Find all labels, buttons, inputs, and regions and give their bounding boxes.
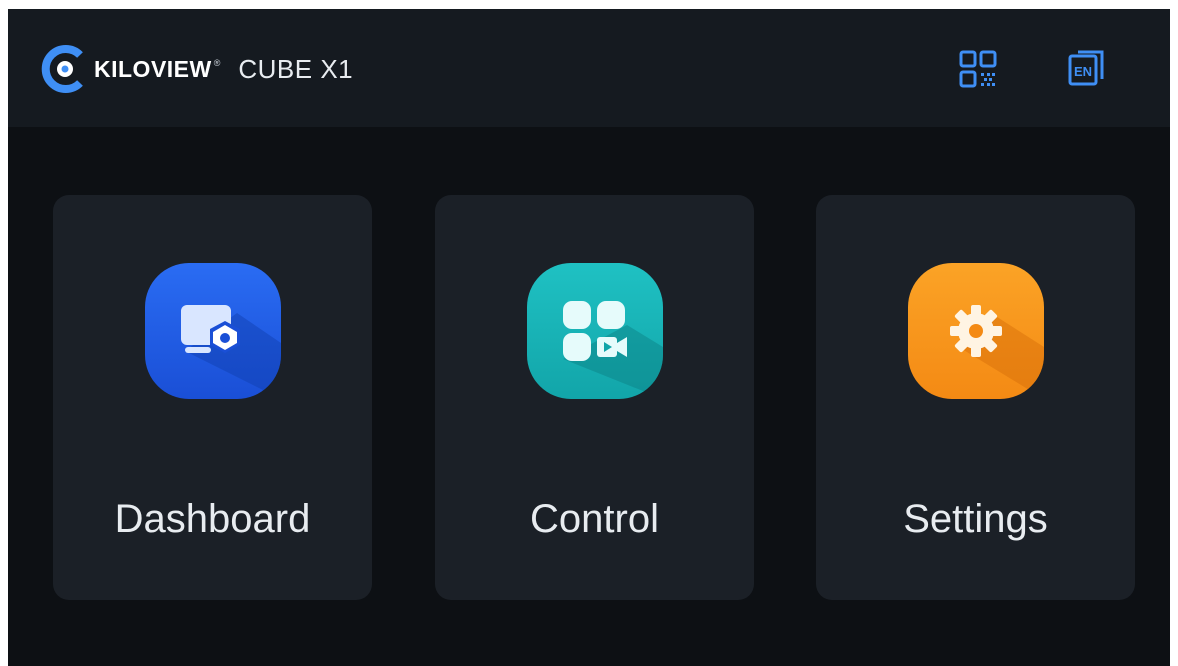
home-screen: KILOVIEW ® CUBE X1 EN Dashboard Control …	[8, 9, 1170, 666]
control-grid-video-icon	[527, 263, 663, 399]
control-app-icon	[527, 263, 663, 399]
dashboard-card[interactable]: Dashboard	[53, 195, 372, 600]
qr-code-icon[interactable]	[958, 49, 998, 89]
dashboard-monitor-icon	[145, 263, 281, 399]
kiloview-logo-icon	[41, 45, 83, 93]
brand-name: KILOVIEW	[94, 55, 212, 82]
control-label: Control	[530, 497, 659, 541]
settings-label: Settings	[903, 497, 1048, 541]
dashboard-app-icon	[145, 263, 281, 399]
language-code: EN	[1074, 64, 1092, 79]
control-card[interactable]: Control	[435, 195, 754, 600]
registered-mark: ®	[213, 58, 221, 68]
product-name: CUBE X1	[238, 53, 354, 84]
settings-gear-icon	[908, 263, 1044, 399]
settings-app-icon	[908, 263, 1044, 399]
language-en-icon[interactable]: EN	[1066, 49, 1106, 89]
top-bar: KILOVIEW ® CUBE X1 EN	[8, 9, 1170, 127]
settings-card[interactable]: Settings	[816, 195, 1135, 600]
brand: KILOVIEW ® CUBE X1	[40, 45, 353, 93]
dashboard-label: Dashboard	[114, 497, 311, 541]
